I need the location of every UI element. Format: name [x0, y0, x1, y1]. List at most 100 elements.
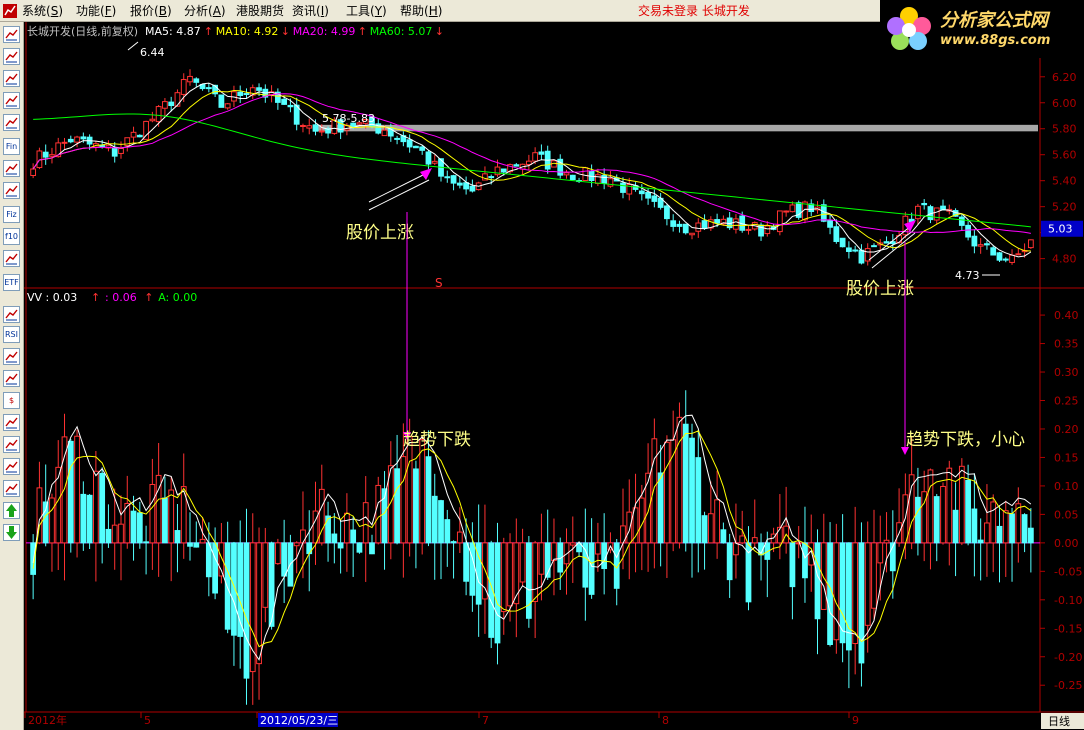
down-arrow-icon[interactable]	[3, 524, 20, 541]
ind-bar	[149, 484, 156, 544]
ind-bar	[990, 501, 997, 544]
candle-body	[921, 202, 928, 206]
ind-bar	[438, 500, 444, 544]
fin-icon[interactable]: Fin	[3, 138, 20, 155]
candle-body	[783, 210, 790, 213]
ind-tick-label: 0.30	[1054, 366, 1079, 379]
export-icon[interactable]	[3, 436, 20, 453]
move-icon[interactable]	[3, 480, 20, 497]
candle-body	[168, 101, 175, 107]
ind-arrow-1: ↑	[144, 291, 153, 304]
ind-bar	[664, 441, 670, 544]
ind-bar	[162, 497, 168, 544]
f10-icon[interactable]	[3, 160, 20, 177]
fiz-icon[interactable]: Fiz	[3, 206, 20, 223]
candle-body	[224, 103, 231, 109]
price-tick-label: 6.20	[1052, 71, 1077, 84]
ind-bar	[714, 499, 720, 544]
candle-body	[99, 145, 106, 148]
stock-chart[interactable]: 6.206.005.805.605.405.205.004.805.030.40…	[24, 22, 1084, 730]
ind-bar	[406, 435, 413, 544]
menu-hk-futures[interactable]: 港股期货	[236, 3, 284, 19]
candle-body	[155, 106, 162, 123]
ind-bar	[739, 535, 746, 544]
candle-body	[136, 134, 143, 138]
ind-bar	[707, 513, 714, 544]
list-icon[interactable]	[3, 48, 20, 65]
ind-bar	[689, 437, 695, 544]
rsi-icon[interactable]: RSI	[3, 326, 20, 343]
candle-body	[971, 235, 978, 247]
annotation-rise-2: 股价上涨	[846, 279, 914, 299]
candle-body	[149, 118, 156, 122]
table-icon[interactable]	[3, 370, 20, 387]
grid-icon[interactable]	[3, 26, 20, 43]
refresh-icon[interactable]	[3, 348, 20, 365]
up-arrow-icon[interactable]	[3, 502, 20, 519]
ind-bar	[1009, 513, 1015, 544]
menu-analysis[interactable]: 分析(A)	[184, 3, 226, 19]
search-icon[interactable]	[3, 250, 20, 267]
candle-body	[488, 176, 495, 179]
candle-body	[933, 207, 940, 221]
menu-function[interactable]: 功能(F)	[76, 3, 116, 19]
candle-body	[582, 167, 589, 182]
ind-bar	[852, 542, 859, 645]
candle-body	[287, 104, 294, 108]
wave-icon[interactable]	[3, 306, 20, 323]
ind-bar	[344, 512, 350, 544]
candle-body	[827, 219, 833, 228]
candle-body	[689, 232, 695, 236]
ind-bar	[651, 438, 658, 544]
ind-bar	[1002, 510, 1009, 544]
annotation-fall-1: 趋势下跌	[403, 430, 471, 450]
ind-bar	[933, 496, 940, 544]
logo-title: 分析家公式网	[940, 10, 1048, 31]
ind-bar	[984, 522, 990, 544]
ind-title-0: VV : 0.03	[27, 291, 77, 304]
candle-body	[130, 131, 137, 138]
candle-body	[601, 174, 608, 184]
ticket-icon[interactable]	[3, 414, 20, 431]
ind-tick-label: -0.20	[1054, 651, 1082, 664]
candle-body	[620, 182, 626, 193]
menu-quote[interactable]: 报价(B)	[130, 3, 172, 19]
ind-bar	[952, 509, 959, 544]
ind-bar	[199, 538, 206, 544]
x-label: 5	[144, 714, 151, 727]
ind-bar	[720, 529, 727, 544]
ind-bar	[789, 542, 796, 588]
candle-body	[205, 87, 212, 90]
candle-body	[525, 160, 532, 165]
candle-body	[776, 210, 783, 233]
candle-body	[538, 151, 545, 155]
candle-body	[218, 94, 225, 108]
candle-icon[interactable]	[3, 92, 20, 109]
candle-body	[256, 87, 262, 91]
app-logo-icon	[3, 4, 17, 18]
candle-body	[243, 93, 250, 96]
menu-news[interactable]: 资讯(I)	[292, 3, 329, 19]
ind-bar	[695, 457, 702, 544]
candle-body	[965, 224, 971, 238]
ind-bar	[846, 542, 852, 651]
ind-title-2: A: 0.00	[158, 291, 197, 304]
logo-url: www.88gs.com	[940, 33, 1051, 48]
menu-tools[interactable]: 工具(Y)	[346, 3, 387, 19]
candle-body	[977, 244, 984, 247]
price-tick-label: 5.40	[1052, 175, 1077, 188]
menu-help[interactable]: 帮助(H)	[400, 3, 442, 19]
f10b-icon[interactable]: f10	[3, 228, 20, 245]
ind-bar	[588, 542, 595, 595]
etf-icon[interactable]: ETF	[3, 274, 20, 291]
candle-body	[682, 223, 689, 234]
line-chart-icon[interactable]	[3, 70, 20, 87]
ind-bar	[551, 542, 557, 561]
dollar-icon[interactable]: $	[3, 392, 20, 409]
layers-icon[interactable]	[3, 114, 20, 131]
annotation-rise-1: 股价上涨	[346, 223, 414, 243]
menu-system[interactable]: 系统(S)	[22, 3, 63, 19]
report-icon[interactable]	[3, 182, 20, 199]
candle-body	[789, 204, 796, 213]
pencil-icon[interactable]	[3, 458, 20, 475]
